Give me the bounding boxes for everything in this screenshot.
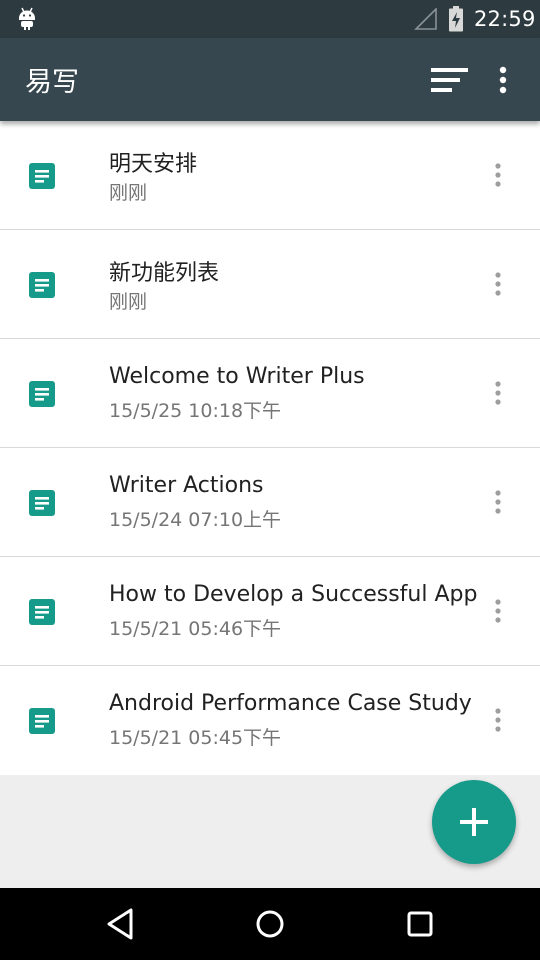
note-item[interactable]: Welcome to Writer Plus 15/5/25 10:18下午 <box>0 339 540 448</box>
note-date: 15/5/21 05:45下午 <box>109 727 282 749</box>
home-button[interactable] <box>240 902 300 946</box>
more-vert-icon <box>495 272 501 296</box>
note-date: 刚刚 <box>109 182 148 204</box>
note-date: 15/5/24 07:10上午 <box>109 509 282 531</box>
more-vert-icon <box>495 599 501 623</box>
note-title: 明天安排 <box>109 152 198 177</box>
note-more-button[interactable] <box>482 266 514 302</box>
more-vert-icon <box>495 163 501 187</box>
note-title: Welcome to Writer Plus <box>109 364 365 389</box>
note-title: 新功能列表 <box>109 261 220 286</box>
back-button[interactable] <box>90 902 150 946</box>
status-bar: 22:59 <box>0 0 540 38</box>
add-note-button[interactable] <box>432 780 516 864</box>
document-icon <box>29 490 55 520</box>
more-vert-icon <box>495 708 501 732</box>
note-title: How to Develop a Successful App <box>109 582 478 607</box>
overflow-menu-button[interactable] <box>488 58 522 102</box>
note-title: Android Performance Case Study <box>109 691 472 716</box>
note-item[interactable]: Writer Actions 15/5/24 07:10上午 <box>0 448 540 557</box>
note-date: 刚刚 <box>109 291 148 313</box>
app-title: 易写 <box>25 67 79 98</box>
more-vert-icon <box>495 381 501 405</box>
document-icon <box>29 708 55 738</box>
document-icon <box>29 163 55 193</box>
android-icon <box>18 7 36 35</box>
note-item[interactable]: Android Performance Case Study 15/5/21 0… <box>0 666 540 775</box>
note-more-button[interactable] <box>482 157 514 193</box>
signal-icon <box>414 7 438 34</box>
recents-icon <box>407 911 433 937</box>
status-clock: 22:59 <box>474 7 536 31</box>
plus-icon <box>460 808 488 836</box>
app-bar: 易写 <box>0 38 540 121</box>
note-title: Writer Actions <box>109 473 264 498</box>
note-item[interactable]: 新功能列表 刚刚 <box>0 230 540 339</box>
sort-button[interactable] <box>424 58 474 102</box>
note-item[interactable]: 明天安排 刚刚 <box>0 121 540 230</box>
sort-icon <box>431 68 468 92</box>
note-more-button[interactable] <box>482 593 514 629</box>
document-icon <box>29 599 55 629</box>
document-icon <box>29 272 55 302</box>
overflow-menu-icon <box>499 66 507 94</box>
note-more-button[interactable] <box>482 702 514 738</box>
notes-list: 明天安排 刚刚 新功能列表 刚刚 Welcome to Writer Plus … <box>0 121 540 775</box>
navigation-bar <box>0 888 540 960</box>
note-date: 15/5/25 10:18下午 <box>109 400 282 422</box>
more-vert-icon <box>495 490 501 514</box>
battery-charging-icon <box>448 6 464 36</box>
recents-button[interactable] <box>390 902 450 946</box>
home-icon <box>256 910 284 938</box>
document-icon <box>29 381 55 411</box>
back-icon <box>107 908 133 940</box>
note-more-button[interactable] <box>482 375 514 411</box>
note-item[interactable]: How to Develop a Successful App 15/5/21 … <box>0 557 540 666</box>
note-more-button[interactable] <box>482 484 514 520</box>
note-date: 15/5/21 05:46下午 <box>109 618 282 640</box>
